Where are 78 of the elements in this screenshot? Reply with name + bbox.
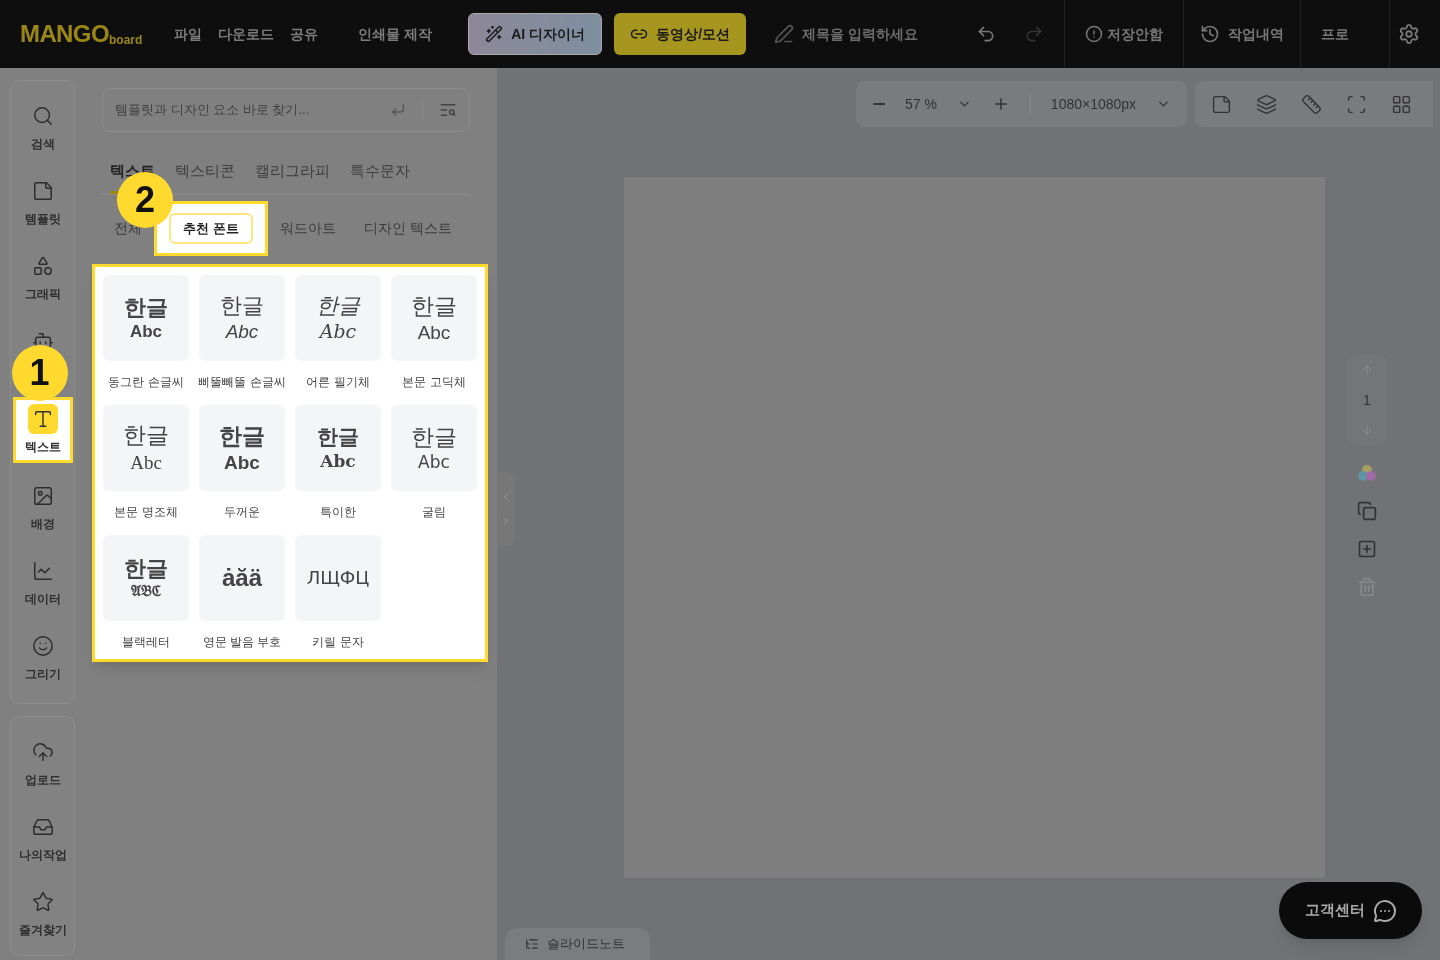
rail-item[interactable]: 배경 — [15, 477, 70, 537]
text-icon — [27, 404, 58, 434]
font-option[interactable]: 한글 Abc 삐뚤빼뚤 손글씨 — [199, 275, 285, 391]
minus-icon — [872, 103, 885, 105]
chat-icon — [1372, 898, 1397, 923]
font-option[interactable]: 한글 𝔄𝔅ℭ 블랙레터 — [103, 535, 189, 651]
subtab[interactable]: 추천 폰트 — [169, 212, 253, 244]
font-option[interactable]: 한글 Abc 어른 필기체 — [295, 275, 381, 391]
fit-icon[interactable] — [1346, 93, 1367, 115]
rail-item[interactable]: 그리기 — [15, 627, 70, 687]
ai-designer-button[interactable]: AI 디자이너 — [468, 13, 603, 55]
menu-item[interactable]: 공유 — [290, 23, 319, 45]
magic-wand-icon — [485, 25, 504, 43]
history-button[interactable]: 작업내역 — [1184, 23, 1300, 45]
font-preview: ȧăä — [199, 535, 285, 621]
undo-icon — [976, 24, 996, 44]
list-icon — [525, 937, 539, 951]
category-tab[interactable]: 캘리그라피 — [255, 160, 330, 194]
rail-item[interactable]: 나의작업 — [15, 808, 70, 868]
font-preview: 한글 Abc — [391, 275, 477, 361]
font-option[interactable]: 한글 Abc 두꺼운 — [199, 405, 285, 521]
edit-icon — [774, 24, 794, 44]
font-option[interactable]: 한글 Abc 동그란 손글씨 — [103, 275, 189, 391]
font-preview: 한글 𝔄𝔅ℭ — [103, 535, 189, 621]
font-option[interactable]: ЛЩФЦ 키릴 문자 — [295, 535, 381, 651]
slide-note-tab[interactable]: 슬라이드노트 — [505, 928, 650, 960]
add-page-icon[interactable] — [1357, 539, 1377, 559]
help-center-button[interactable]: 고객센터 — [1279, 882, 1422, 939]
menu-item[interactable]: 다운로드 — [218, 23, 275, 45]
panel-toggle[interactable] — [497, 472, 515, 546]
subtab[interactable]: 디자인 텍스트 — [363, 217, 452, 239]
menu-item[interactable]: 파일 — [174, 23, 203, 45]
ruler-icon[interactable] — [1301, 93, 1322, 115]
rail-item[interactable]: 템플릿 — [15, 172, 70, 232]
font-preview: ЛЩФЦ — [295, 535, 381, 621]
font-option[interactable]: ȧăä 영문 발음 부호 — [199, 535, 285, 651]
font-preview: 한글 Abc — [391, 405, 477, 491]
canvas-size: 1080×1080px — [1050, 94, 1137, 114]
search-box[interactable]: 템플릿과 디자인 요소 바로 찾기... — [102, 88, 470, 132]
menu-item[interactable]: 인쇄물 제작 — [358, 23, 433, 45]
zoom-level: 57 % — [905, 94, 937, 114]
grid-icon[interactable] — [1391, 93, 1412, 115]
enter-icon — [390, 102, 406, 118]
video-motion-button[interactable]: 동영상/모션 — [614, 13, 746, 55]
subtab[interactable]: 워드아트 — [279, 217, 336, 239]
color-palette-icon[interactable] — [1356, 463, 1378, 483]
font-preview: 한글 Abc — [295, 405, 381, 491]
redo-icon — [1024, 24, 1044, 44]
duplicate-icon[interactable] — [1357, 501, 1377, 521]
font-preview: 한글 Abc — [103, 275, 189, 361]
search-field[interactable]: 템플릿과 디자인 요소 바로 찾기... — [115, 100, 382, 120]
font-option[interactable]: 한글 Abc 굴림 — [391, 405, 477, 521]
step-number-tooltip: 1 — [11, 345, 68, 401]
category-tab[interactable]: 특수문자 — [350, 160, 410, 194]
font-preview: 한글 Abc — [199, 405, 285, 491]
history-icon — [1200, 24, 1220, 44]
font-option[interactable]: 한글 Abc 본문 고딕체 — [391, 275, 477, 391]
save-status: 저장안함 — [1065, 23, 1183, 45]
alert-icon — [1085, 25, 1103, 43]
font-preview: 한글 Abc — [199, 275, 285, 361]
title-field[interactable]: 제목을 입력하세요 — [802, 23, 952, 45]
font-preview: 한글 Abc — [295, 275, 381, 361]
category-tab[interactable]: 텍스티콘 — [175, 160, 235, 194]
rail-item[interactable]: 업로드 — [15, 733, 70, 793]
search-icon — [439, 101, 457, 119]
rail-item[interactable]: 검색 — [15, 97, 70, 157]
settings-icon — [1398, 23, 1420, 45]
rail-item[interactable]: 즐겨찾기 — [15, 883, 70, 943]
plan-button[interactable]: 프로 — [1301, 23, 1389, 45]
layers-icon[interactable] — [1256, 93, 1277, 115]
rail-item[interactable]: 그래픽 — [15, 247, 70, 307]
settings-button[interactable] — [1398, 23, 1420, 45]
rail-item[interactable]: 데이터 — [15, 552, 70, 612]
font-option[interactable]: 한글 Abc 특이한 — [295, 405, 381, 521]
font-preview: 한글 Abc — [103, 405, 189, 491]
page-icon[interactable] — [1211, 93, 1232, 115]
undo-button[interactable] — [976, 24, 996, 44]
font-option[interactable]: 한글 Abc 본문 명조체 — [103, 405, 189, 521]
